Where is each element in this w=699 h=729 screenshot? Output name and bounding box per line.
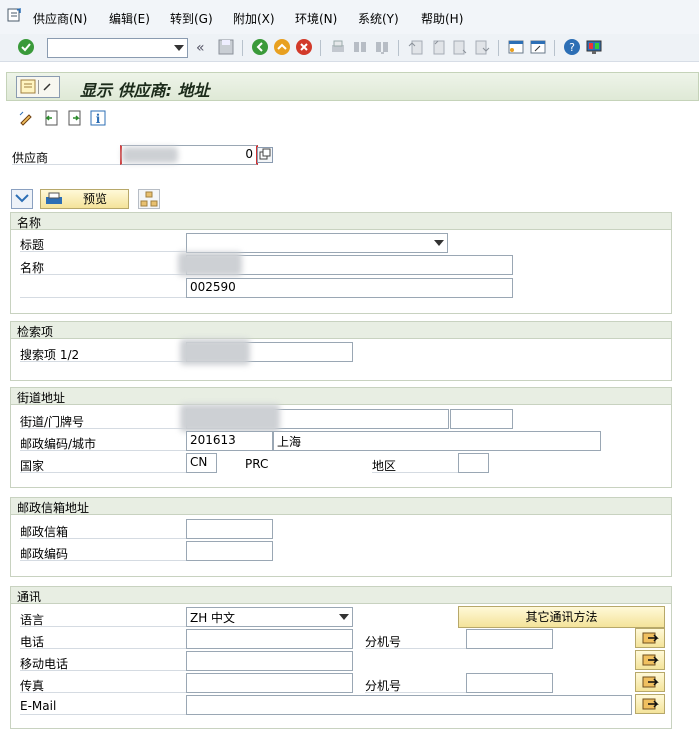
previous-record-icon[interactable] — [43, 110, 59, 126]
phone-more-button[interactable] — [635, 628, 665, 648]
house-number-input[interactable] — [450, 409, 513, 429]
postal-code-input[interactable]: 201613 — [186, 431, 273, 451]
org-structure-icon[interactable] — [138, 189, 160, 209]
city-input[interactable]: 上海 — [273, 431, 601, 451]
pobox-postal-input[interactable] — [186, 541, 273, 561]
info-icon[interactable]: i — [90, 110, 106, 126]
shortcut-icon[interactable] — [529, 38, 547, 56]
menu-system[interactable]: 系统(Y) — [358, 10, 399, 27]
mobile-more-button[interactable] — [635, 650, 665, 670]
group-title: 通讯 — [17, 590, 42, 604]
mobile-input[interactable] — [186, 651, 353, 671]
save-icon[interactable] — [217, 38, 235, 56]
svg-text:i: i — [96, 112, 101, 126]
command-field[interactable] — [47, 38, 188, 58]
phone-ext-input[interactable] — [466, 629, 553, 649]
title-select[interactable] — [186, 233, 448, 253]
email-label: E-Mail — [20, 699, 57, 713]
print-icon[interactable] — [329, 38, 347, 56]
menu-root-icon[interactable] — [6, 7, 22, 23]
redacted-area — [180, 404, 280, 432]
menu-bar — [0, 0, 699, 34]
find-next-icon[interactable] — [373, 38, 391, 56]
group-title: 邮政信箱地址 — [17, 501, 90, 515]
first-page-icon[interactable] — [407, 38, 425, 56]
country-input[interactable]: CN — [186, 453, 217, 473]
next-record-icon[interactable] — [67, 110, 83, 126]
region-input[interactable] — [458, 453, 489, 473]
page-title: 显示 供应商: 地址 — [80, 81, 210, 100]
other-communication-button[interactable]: 其它通讯方法 — [458, 606, 665, 628]
chevron-down-icon[interactable] — [174, 45, 184, 51]
next-page-icon[interactable] — [451, 38, 469, 56]
pobox-input[interactable] — [186, 519, 273, 539]
redacted-area — [180, 339, 250, 365]
postal-code-value: 201613 — [190, 433, 236, 447]
last-page-icon[interactable] — [473, 38, 491, 56]
fax-input[interactable] — [186, 673, 353, 693]
group-title: 检索项 — [17, 325, 54, 339]
menu-extras[interactable]: 附加(X) — [233, 10, 275, 27]
back-icon[interactable] — [251, 38, 269, 56]
language-select[interactable]: ZH 中文 — [186, 607, 353, 627]
prev-page-icon[interactable] — [429, 38, 447, 56]
country-code-value: CN — [190, 455, 208, 469]
redacted-area — [122, 147, 178, 163]
name2-input[interactable]: 002590 — [186, 278, 513, 298]
exit-icon[interactable] — [273, 38, 291, 56]
copy-icon[interactable] — [257, 147, 273, 163]
country-name: PRC — [245, 457, 269, 471]
group-title: 街道地址 — [17, 391, 66, 405]
language-value: ZH 中文 — [190, 611, 236, 625]
city-value: 上海 — [277, 435, 302, 449]
customize-icon[interactable] — [585, 38, 603, 56]
double-chevron-left-icon[interactable]: « — [196, 40, 214, 58]
chevron-down-icon[interactable] — [339, 614, 349, 620]
menu-environment[interactable]: 环境(N) — [295, 10, 337, 27]
menu-help[interactable]: 帮助(H) — [421, 10, 463, 27]
email-more-button[interactable] — [635, 694, 665, 714]
help-icon[interactable]: ? — [563, 38, 581, 56]
new-session-icon[interactable] — [507, 38, 525, 56]
check-icon[interactable] — [17, 38, 35, 56]
printer-icon — [46, 192, 62, 204]
email-input[interactable] — [186, 695, 632, 715]
menu-toggle-button[interactable] — [16, 76, 60, 98]
preview-button[interactable]: 预览 — [40, 189, 129, 209]
svg-text:?: ? — [569, 41, 575, 54]
pobox-group: 邮政信箱地址 — [10, 497, 672, 577]
redacted-area — [178, 252, 242, 276]
name2-value: 002590 — [190, 280, 236, 294]
expand-button[interactable] — [11, 189, 33, 209]
menu-edit[interactable]: 编辑(E) — [109, 10, 150, 27]
preview-label: 预览 — [83, 192, 108, 206]
phone-input[interactable] — [186, 629, 353, 649]
fax-ext-input[interactable] — [466, 673, 553, 693]
edit-pencil-icon[interactable] — [19, 110, 35, 126]
fax-more-button[interactable] — [635, 672, 665, 692]
find-icon[interactable] — [351, 38, 369, 56]
vendor-value: 0 — [245, 147, 253, 161]
cancel-icon[interactable] — [295, 38, 313, 56]
group-title: 名称 — [17, 216, 42, 230]
chevron-down-icon[interactable] — [434, 240, 444, 246]
menu-vendor[interactable]: 供应商(N) — [33, 10, 87, 27]
menu-goto[interactable]: 转到(G) — [170, 10, 213, 27]
